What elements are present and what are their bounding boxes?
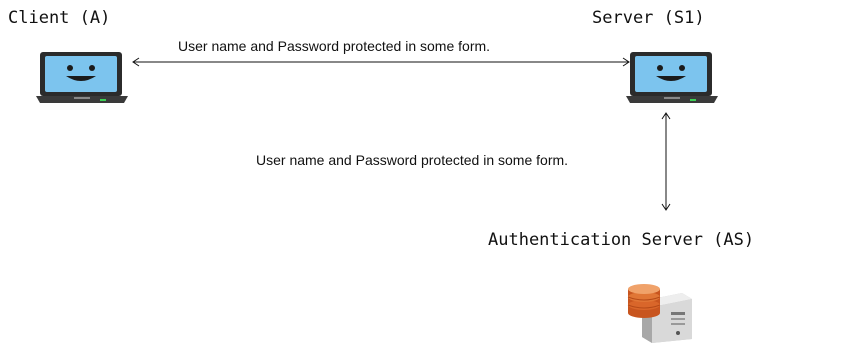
client-laptop-icon — [36, 52, 128, 103]
client-server-arrow — [132, 57, 630, 67]
server-auth-arrow — [661, 112, 671, 211]
server-laptop-icon — [626, 52, 718, 103]
database-server-icon — [627, 284, 692, 343]
